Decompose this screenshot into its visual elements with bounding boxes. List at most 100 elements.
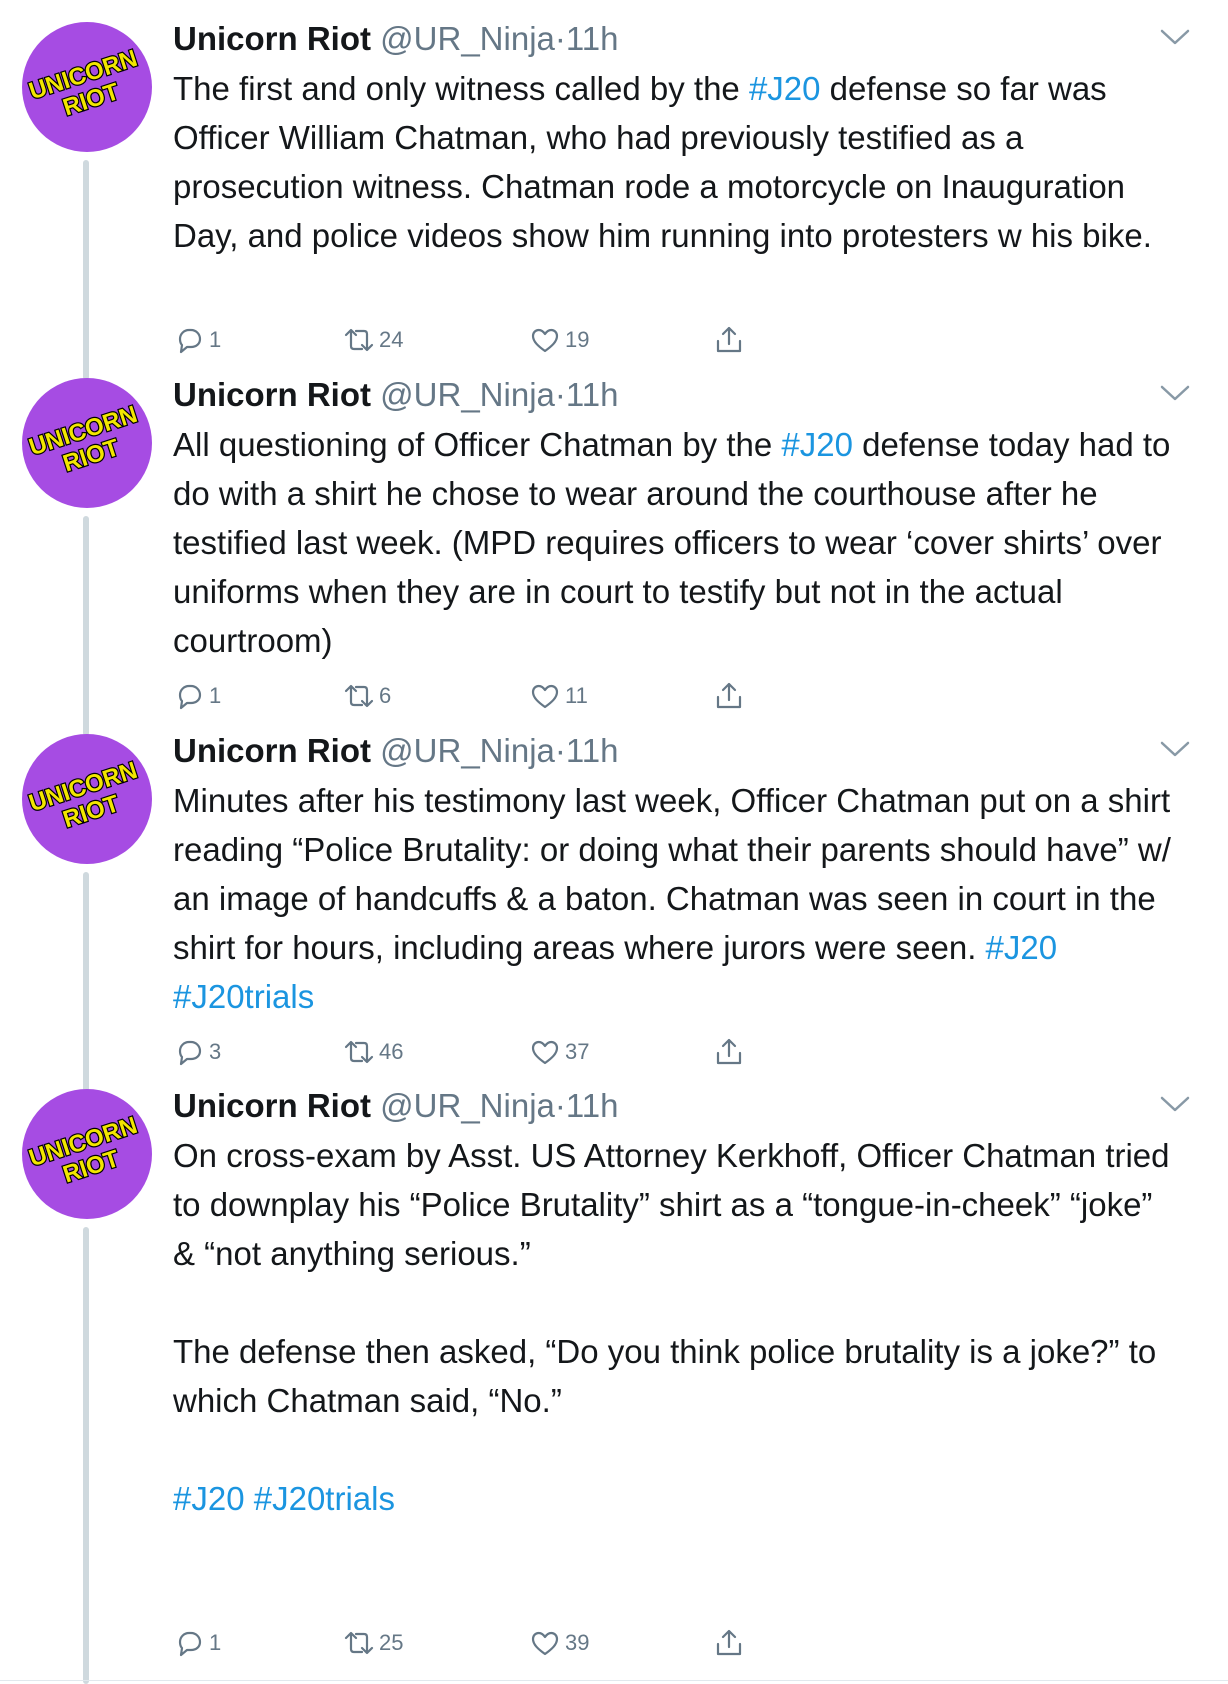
avatar[interactable]: UNICORN RIOT (22, 1089, 152, 1219)
share-icon (716, 1629, 742, 1656)
unicorn-riot-logo: UNICORN RIOT (25, 756, 142, 835)
retweet-button[interactable]: 46 (343, 1036, 403, 1068)
thread-line (83, 516, 89, 736)
retweet-icon (344, 684, 374, 708)
text-segment (245, 1480, 254, 1517)
like-button[interactable]: 39 (529, 1627, 589, 1659)
reply-button[interactable]: 1 (173, 324, 221, 356)
tweet[interactable]: UNICORN RIOT Unicorn Riot @UR_Ninja·11h … (0, 712, 1228, 1092)
retweet-count: 46 (379, 1039, 404, 1064)
hashtag-link[interactable]: #J20trials (254, 1480, 395, 1517)
retweet-count: 25 (379, 1630, 404, 1655)
like-count: 37 (565, 1039, 590, 1064)
tweet-text: On cross-exam by Asst. US Attorney Kerkh… (173, 1131, 1183, 1523)
tweet-header: Unicorn Riot @UR_Ninja·11h (173, 1085, 619, 1127)
like-count: 11 (565, 683, 588, 708)
share-icon (716, 326, 742, 353)
text-segment: On cross-exam by Asst. US Attorney Kerkh… (173, 1137, 1170, 1419)
like-icon (531, 1631, 559, 1656)
retweet-icon (344, 1040, 374, 1064)
tweet[interactable]: UNICORN RIOT Unicorn Riot @UR_Ninja·11h … (0, 356, 1228, 736)
tweet[interactable]: UNICORN RIOT Unicorn Riot @UR_Ninja·11h … (0, 0, 1228, 380)
hashtag-link[interactable]: #J20 (781, 426, 853, 463)
retweet-button[interactable]: 24 (343, 324, 403, 356)
text-segment (1057, 929, 1066, 966)
display-name[interactable]: Unicorn Riot (173, 20, 371, 57)
retweet-button[interactable]: 6 (343, 680, 391, 712)
reply-icon (178, 328, 202, 354)
reply-icon (178, 1631, 202, 1657)
chevron-down-icon[interactable] (1158, 1093, 1192, 1115)
retweet-button[interactable]: 25 (343, 1627, 403, 1659)
tweet-text: The first and only witness called by the… (173, 64, 1183, 260)
separator: · (554, 1087, 566, 1124)
timestamp[interactable]: 11h (566, 20, 619, 57)
separator: · (554, 376, 566, 413)
separator: · (554, 20, 566, 57)
timestamp[interactable]: 11h (566, 732, 619, 769)
display-name[interactable]: Unicorn Riot (173, 376, 371, 413)
hashtag-link[interactable]: #J20trials (173, 978, 314, 1015)
like-count: 39 (565, 1630, 590, 1655)
thread-line (83, 872, 89, 1092)
tweet-header: Unicorn Riot @UR_Ninja·11h (173, 18, 619, 60)
chevron-down-icon[interactable] (1158, 26, 1192, 48)
thread-line (83, 1227, 89, 1684)
chevron-down-icon[interactable] (1158, 738, 1192, 760)
share-icon (716, 682, 742, 709)
reply-icon (178, 1040, 202, 1066)
like-icon (531, 1040, 559, 1065)
unicorn-riot-logo: UNICORN RIOT (25, 44, 142, 123)
reply-button[interactable]: 1 (173, 680, 221, 712)
user-handle[interactable]: @UR_Ninja (380, 376, 555, 413)
hashtag-link[interactable]: #J20 (173, 1480, 245, 1517)
reply-button[interactable]: 1 (173, 1627, 221, 1659)
like-button[interactable]: 11 (529, 680, 588, 712)
share-button[interactable] (713, 680, 745, 712)
avatar[interactable]: UNICORN RIOT (22, 734, 152, 864)
unicorn-riot-logo: UNICORN RIOT (25, 1111, 142, 1190)
user-handle[interactable]: @UR_Ninja (380, 20, 555, 57)
action-bar: 1 25 39 (173, 1627, 813, 1667)
timestamp[interactable]: 11h (566, 1087, 619, 1124)
divider (0, 1680, 1228, 1681)
display-name[interactable]: Unicorn Riot (173, 732, 371, 769)
tweet-text: All questioning of Officer Chatman by th… (173, 420, 1183, 665)
retweet-icon (344, 328, 374, 352)
reply-button[interactable]: 3 (173, 1036, 221, 1068)
like-count: 19 (565, 327, 590, 352)
reply-count: 1 (209, 683, 222, 708)
user-handle[interactable]: @UR_Ninja (380, 1087, 555, 1124)
text-segment: All questioning of Officer Chatman by th… (173, 426, 782, 463)
share-button[interactable] (713, 1036, 745, 1068)
user-handle[interactable]: @UR_Ninja (380, 732, 555, 769)
share-button[interactable] (713, 324, 745, 356)
separator: · (554, 732, 566, 769)
retweet-icon (344, 1631, 374, 1655)
hashtag-link[interactable]: #J20 (749, 70, 821, 107)
unicorn-riot-logo: UNICORN RIOT (25, 400, 142, 479)
reply-count: 1 (209, 1630, 222, 1655)
share-button[interactable] (713, 1627, 745, 1659)
retweet-count: 24 (379, 327, 404, 352)
like-button[interactable]: 19 (529, 324, 589, 356)
avatar[interactable]: UNICORN RIOT (22, 378, 152, 508)
hashtag-link[interactable]: #J20 (986, 929, 1058, 966)
like-button[interactable]: 37 (529, 1036, 589, 1068)
reply-count: 1 (209, 327, 222, 352)
like-icon (531, 328, 559, 353)
tweet-header: Unicorn Riot @UR_Ninja·11h (173, 730, 619, 772)
share-icon (716, 1038, 742, 1065)
avatar[interactable]: UNICORN RIOT (22, 22, 152, 152)
like-icon (531, 684, 559, 709)
thread-line (83, 160, 89, 380)
retweet-count: 6 (379, 683, 392, 708)
display-name[interactable]: Unicorn Riot (173, 1087, 371, 1124)
text-segment: The first and only witness called by the (173, 70, 749, 107)
tweet[interactable]: UNICORN RIOT Unicorn Riot @UR_Ninja·11h … (0, 1067, 1228, 1684)
tweet-text: Minutes after his testimony last week, O… (173, 776, 1183, 1021)
reply-count: 3 (209, 1039, 222, 1064)
chevron-down-icon[interactable] (1158, 382, 1192, 404)
tweet-header: Unicorn Riot @UR_Ninja·11h (173, 374, 619, 416)
timestamp[interactable]: 11h (566, 376, 619, 413)
